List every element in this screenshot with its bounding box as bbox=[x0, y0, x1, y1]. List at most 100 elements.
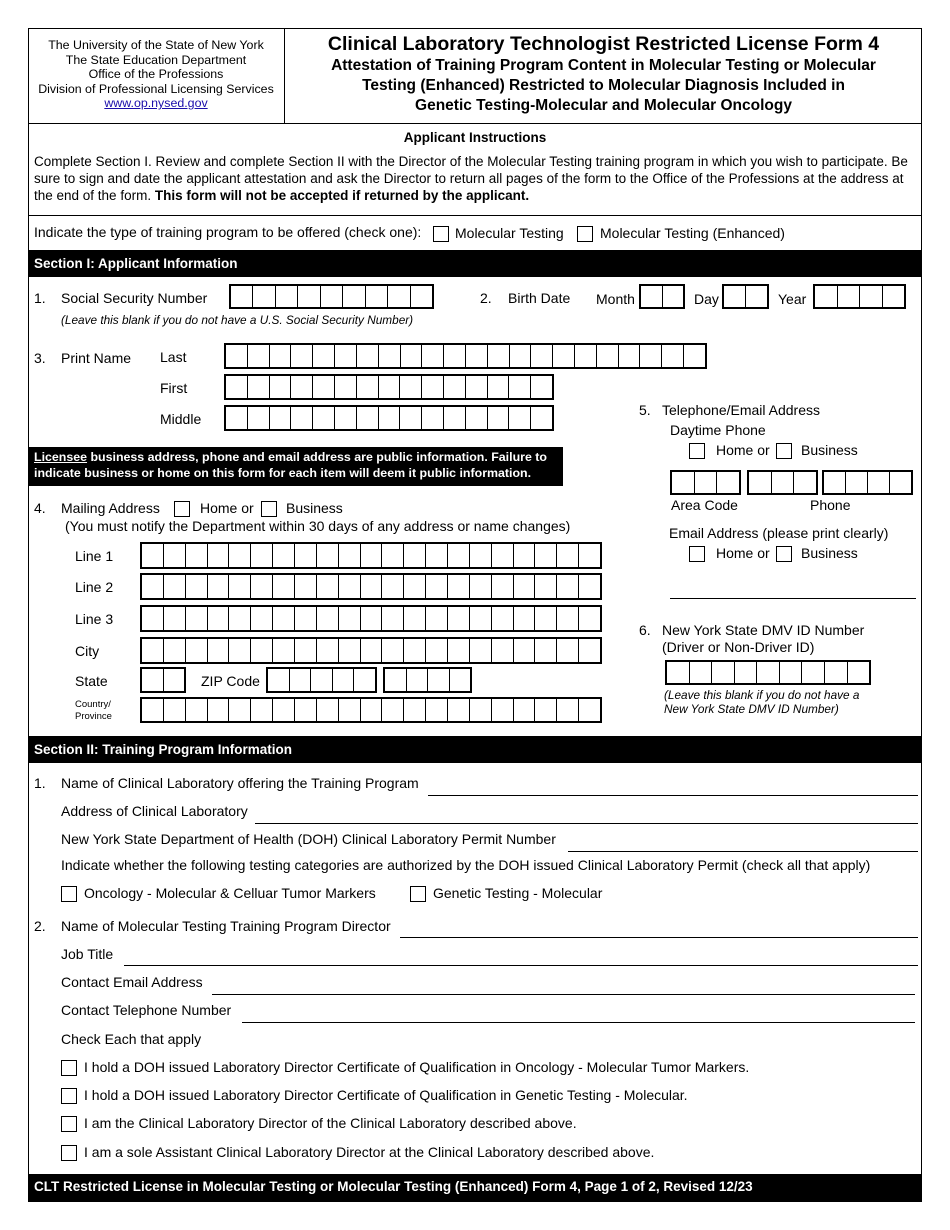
state-input[interactable] bbox=[140, 667, 186, 693]
char-box[interactable] bbox=[557, 575, 580, 598]
char-box[interactable] bbox=[142, 575, 164, 598]
lab-director-checkbox[interactable] bbox=[61, 1116, 77, 1132]
char-box[interactable] bbox=[695, 472, 718, 493]
char-box[interactable] bbox=[321, 286, 344, 307]
char-box[interactable] bbox=[470, 639, 492, 662]
char-box[interactable] bbox=[466, 376, 488, 398]
contact-phone-input[interactable] bbox=[242, 1022, 915, 1023]
char-box[interactable] bbox=[208, 575, 230, 598]
char-box[interactable] bbox=[142, 639, 164, 662]
char-box[interactable] bbox=[273, 575, 296, 598]
char-box[interactable] bbox=[535, 575, 558, 598]
char-box[interactable] bbox=[357, 376, 379, 398]
char-box[interactable] bbox=[824, 472, 846, 493]
char-box[interactable] bbox=[186, 699, 208, 721]
char-box[interactable] bbox=[579, 544, 600, 567]
char-box[interactable] bbox=[735, 662, 758, 683]
char-box[interactable] bbox=[333, 669, 355, 691]
char-box[interactable] bbox=[667, 662, 690, 683]
char-box[interactable] bbox=[382, 544, 405, 567]
first-name-input[interactable] bbox=[224, 374, 554, 400]
char-box[interactable] bbox=[422, 407, 444, 429]
char-box[interactable] bbox=[531, 407, 552, 429]
char-box[interactable] bbox=[270, 407, 292, 429]
char-box[interactable] bbox=[509, 407, 532, 429]
char-box[interactable] bbox=[535, 607, 558, 630]
char-box[interactable] bbox=[772, 472, 795, 493]
char-box[interactable] bbox=[382, 607, 405, 630]
char-box[interactable] bbox=[663, 286, 684, 307]
phone-prefix-input[interactable] bbox=[747, 470, 818, 495]
char-box[interactable] bbox=[684, 345, 705, 367]
char-box[interactable] bbox=[291, 407, 314, 429]
char-box[interactable] bbox=[846, 472, 868, 493]
area-code-input[interactable] bbox=[670, 470, 741, 495]
char-box[interactable] bbox=[382, 575, 405, 598]
char-box[interactable] bbox=[268, 669, 290, 691]
char-box[interactable] bbox=[276, 286, 299, 307]
email-business-checkbox[interactable] bbox=[776, 546, 792, 562]
oncology-checkbox[interactable] bbox=[61, 886, 77, 902]
char-box[interactable] bbox=[164, 699, 186, 721]
char-box[interactable] bbox=[379, 345, 401, 367]
char-box[interactable] bbox=[142, 669, 164, 691]
char-box[interactable] bbox=[317, 639, 339, 662]
char-box[interactable] bbox=[270, 376, 292, 398]
char-box[interactable] bbox=[142, 699, 164, 721]
char-box[interactable] bbox=[514, 639, 536, 662]
char-box[interactable] bbox=[361, 699, 383, 721]
char-box[interactable] bbox=[404, 575, 427, 598]
char-box[interactable] bbox=[366, 286, 389, 307]
char-box[interactable] bbox=[531, 345, 554, 367]
permit-number-input[interactable] bbox=[568, 851, 918, 852]
char-box[interactable] bbox=[557, 639, 580, 662]
char-box[interactable] bbox=[208, 699, 230, 721]
middle-name-input[interactable] bbox=[224, 405, 554, 431]
char-box[interactable] bbox=[339, 575, 361, 598]
char-box[interactable] bbox=[229, 639, 252, 662]
char-box[interactable] bbox=[400, 376, 423, 398]
char-box[interactable] bbox=[400, 407, 423, 429]
email-home-checkbox[interactable] bbox=[689, 546, 705, 562]
char-box[interactable] bbox=[514, 699, 536, 721]
char-box[interactable] bbox=[557, 607, 580, 630]
char-box[interactable] bbox=[444, 407, 466, 429]
char-box[interactable] bbox=[164, 544, 186, 567]
mailing-home-checkbox[interactable] bbox=[174, 501, 190, 517]
char-box[interactable] bbox=[712, 662, 735, 683]
char-box[interactable] bbox=[313, 407, 335, 429]
city-input[interactable] bbox=[140, 637, 602, 664]
char-box[interactable] bbox=[361, 607, 383, 630]
char-box[interactable] bbox=[444, 376, 466, 398]
website-link[interactable]: www.op.nysed.gov bbox=[104, 96, 207, 110]
job-title-input[interactable] bbox=[124, 965, 918, 966]
char-box[interactable] bbox=[690, 662, 713, 683]
char-box[interactable] bbox=[339, 544, 361, 567]
address-line1-input[interactable] bbox=[140, 542, 602, 569]
char-box[interactable] bbox=[253, 286, 276, 307]
phone-business-checkbox[interactable] bbox=[776, 443, 792, 459]
char-box[interactable] bbox=[164, 639, 186, 662]
char-box[interactable] bbox=[579, 639, 600, 662]
char-box[interactable] bbox=[379, 376, 401, 398]
char-box[interactable] bbox=[890, 472, 911, 493]
lab-address-input[interactable] bbox=[255, 823, 918, 824]
char-box[interactable] bbox=[295, 575, 317, 598]
char-box[interactable] bbox=[514, 607, 536, 630]
char-box[interactable] bbox=[492, 699, 514, 721]
char-box[interactable] bbox=[339, 607, 361, 630]
char-box[interactable] bbox=[354, 669, 375, 691]
char-box[interactable] bbox=[510, 345, 532, 367]
char-box[interactable] bbox=[248, 376, 270, 398]
char-box[interactable] bbox=[514, 544, 536, 567]
char-box[interactable] bbox=[535, 639, 558, 662]
char-box[interactable] bbox=[251, 607, 274, 630]
char-box[interactable] bbox=[208, 544, 230, 567]
char-box[interactable] bbox=[295, 699, 317, 721]
char-box[interactable] bbox=[444, 345, 466, 367]
char-box[interactable] bbox=[317, 544, 339, 567]
address-line3-input[interactable] bbox=[140, 605, 602, 632]
char-box[interactable] bbox=[640, 345, 663, 367]
char-box[interactable] bbox=[422, 376, 444, 398]
char-box[interactable] bbox=[186, 607, 208, 630]
